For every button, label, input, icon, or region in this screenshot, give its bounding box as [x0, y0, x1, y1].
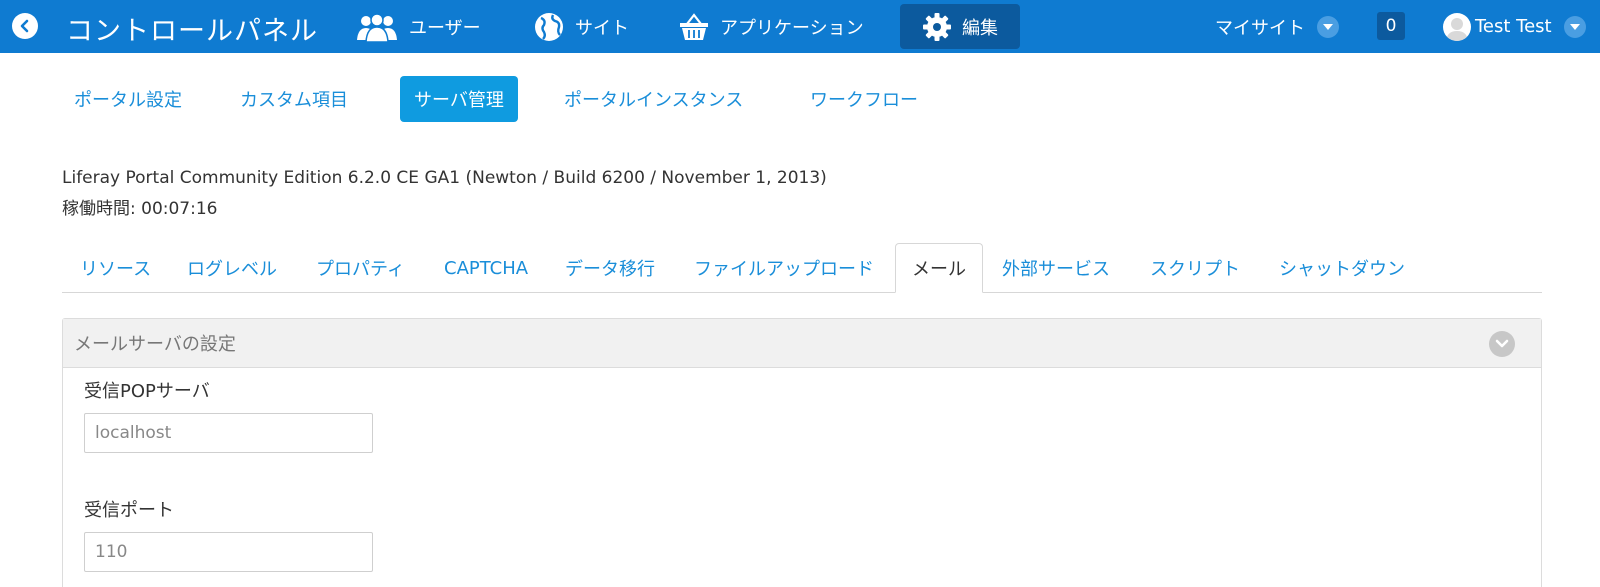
- tab-mail[interactable]: メール: [895, 243, 983, 293]
- nav-sites-label: サイト: [575, 17, 629, 39]
- panel-header[interactable]: メールサーバの設定: [63, 319, 1541, 368]
- nav-users[interactable]: ユーザー: [355, 0, 481, 53]
- mail-server-panel: メールサーバの設定 受信POPサーバ 受信ポート: [62, 318, 1542, 587]
- tab-captcha[interactable]: CAPTCHA: [444, 243, 528, 293]
- nav-applications-label: アプリケーション: [720, 17, 864, 39]
- incoming-port-input[interactable]: [84, 532, 373, 572]
- nav-sites[interactable]: サイト: [533, 0, 629, 53]
- chevron-down-icon: [1563, 15, 1586, 38]
- incoming-port-label: 受信ポート: [84, 500, 174, 521]
- nav-users-label: ユーザー: [409, 17, 481, 39]
- globe-icon: [535, 12, 563, 41]
- back-arrow-icon[interactable]: [12, 13, 38, 39]
- dockbar: コントロールパネル ユーザー サイト アプリケーション 編集 マイサイト 0 T…: [0, 0, 1600, 53]
- notification-count-badge[interactable]: 0: [1377, 12, 1405, 40]
- chevron-down-circle-icon[interactable]: [1489, 331, 1515, 357]
- my-sites-label: マイサイト: [1215, 17, 1305, 39]
- user-menu[interactable]: Test Test: [1443, 0, 1586, 53]
- incoming-pop-server-input[interactable]: [84, 413, 373, 453]
- avatar: [1443, 12, 1471, 41]
- tab-external-services[interactable]: 外部サービス: [1002, 243, 1110, 293]
- users-icon: [357, 12, 397, 42]
- tab-data-migration[interactable]: データ移行: [565, 243, 655, 293]
- basket-icon: [680, 12, 708, 40]
- panel-title: メールサーバの設定: [74, 334, 236, 355]
- tab-shutdown[interactable]: シャットダウン: [1279, 243, 1405, 293]
- tab-portal-settings[interactable]: ポータル設定: [60, 76, 196, 122]
- nav-edit[interactable]: 編集: [900, 4, 1020, 49]
- uptime: 稼働時間: 00:07:16: [62, 199, 218, 219]
- tab-server-administration[interactable]: サーバ管理: [400, 76, 518, 122]
- incoming-pop-server-label: 受信POPサーバ: [84, 381, 210, 402]
- tab-file-uploads[interactable]: ファイルアップロード: [694, 243, 874, 293]
- portal-version: Liferay Portal Community Edition 6.2.0 C…: [62, 168, 827, 188]
- gear-icon: [923, 12, 951, 41]
- app-title[interactable]: コントロールパネル: [66, 9, 318, 48]
- tab-custom-fields[interactable]: カスタム項目: [226, 76, 362, 122]
- tab-workflow[interactable]: ワークフロー: [796, 76, 932, 122]
- nav-applications[interactable]: アプリケーション: [678, 0, 864, 53]
- tab-log-levels[interactable]: ログレベル: [187, 243, 277, 293]
- tab-resources[interactable]: リソース: [80, 243, 151, 293]
- user-name: Test Test: [1475, 16, 1552, 37]
- tab-script[interactable]: スクリプト: [1150, 243, 1240, 293]
- my-sites-menu[interactable]: マイサイト: [1215, 0, 1339, 53]
- tab-portal-instances[interactable]: ポータルインスタンス: [550, 76, 757, 122]
- tab-properties[interactable]: プロパティ: [316, 243, 405, 293]
- nav-edit-label: 編集: [962, 17, 998, 39]
- chevron-down-icon: [1317, 15, 1339, 38]
